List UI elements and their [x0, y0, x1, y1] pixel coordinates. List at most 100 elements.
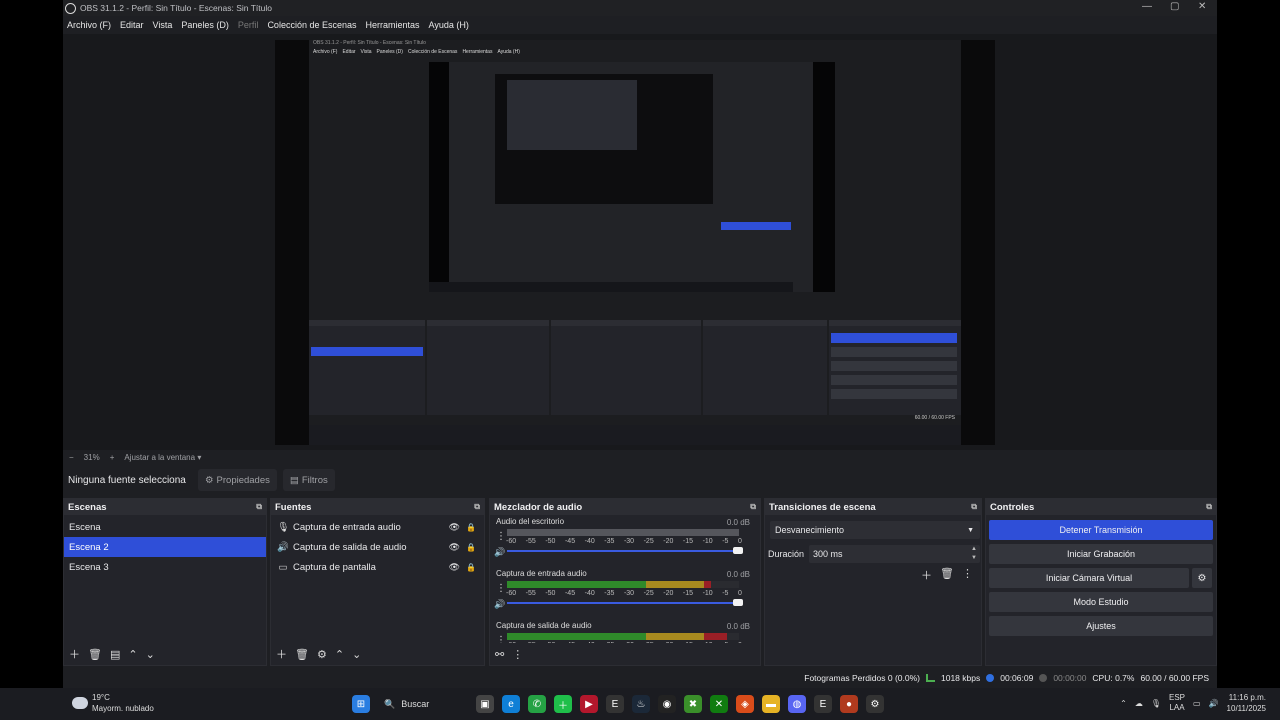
network-icon[interactable]: ▭: [1193, 699, 1201, 708]
epic-alt-icon[interactable]: E: [814, 695, 832, 713]
scene-item-selected[interactable]: Escena 2: [64, 537, 266, 557]
minecraft-icon[interactable]: ✖: [684, 695, 702, 713]
taskbar-search[interactable]: 🔍 Buscar: [378, 694, 468, 714]
obs-logo-icon: [65, 2, 76, 14]
clock[interactable]: 11:16 p.m. 10/11/2025: [1227, 692, 1266, 714]
weather-widget[interactable]: 19°C Mayorm. nublado: [72, 692, 154, 714]
edge-icon[interactable]: e: [502, 695, 520, 713]
maximize-button[interactable]: ▢: [1170, 1, 1179, 12]
system-tray: ⌃ ☁ 🎙 ESP LAA ▭ 🔊 11:16 p.m. 10/11/2025: [1120, 692, 1266, 714]
whatsapp-icon[interactable]: ✆: [528, 695, 546, 713]
link-icon[interactable]: ⚯: [495, 648, 504, 661]
trash-icon[interactable]: 🗑: [295, 648, 309, 661]
scene-item[interactable]: Escena 3: [64, 557, 266, 577]
start-recording-button[interactable]: Iniciar Grabación: [989, 544, 1213, 564]
source-item[interactable]: ▭ Captura de pantalla 👁 🔒: [271, 557, 484, 577]
stop-streaming-button[interactable]: Detener Transmisión: [989, 520, 1213, 540]
spin-arrows-icon[interactable]: ▲ ▼: [971, 545, 977, 563]
youtube-icon[interactable]: ▶: [580, 695, 598, 713]
volume-icon[interactable]: 🔊: [1209, 699, 1219, 708]
discord-icon[interactable]: ◍: [788, 695, 806, 713]
capture-dock-scenes: [309, 320, 425, 415]
slider-knob[interactable]: [733, 599, 743, 606]
epic-games-icon[interactable]: E: [606, 695, 624, 713]
dock-float-icon[interactable]: ⧉: [474, 502, 480, 512]
fit-window-select[interactable]: Ajustar a la ventana ▾: [124, 453, 201, 462]
gear-icon[interactable]: ⚙: [317, 648, 327, 661]
menu-archivo[interactable]: Archivo (F): [67, 20, 111, 30]
zoom-out-button[interactable]: −: [69, 453, 74, 462]
preview-area[interactable]: OBS 31.1.2 - Perfil: Sin Título - Escena…: [63, 34, 1217, 450]
eye-icon[interactable]: 👁: [449, 562, 460, 573]
eye-icon[interactable]: 👁: [449, 542, 460, 553]
file-explorer-icon[interactable]: ▬: [762, 695, 780, 713]
dock-float-icon[interactable]: ⧉: [1206, 502, 1212, 512]
minimize-button[interactable]: —: [1142, 1, 1152, 12]
volume-slider[interactable]: [507, 547, 743, 554]
chevron-up-icon[interactable]: ⌃: [335, 648, 344, 661]
menu-vista[interactable]: Vista: [153, 20, 173, 30]
add-icon[interactable]: ＋: [921, 567, 932, 583]
menu-coleccion-escenas[interactable]: Colección de Escenas: [267, 20, 356, 30]
settings-button[interactable]: Ajustes: [989, 616, 1213, 636]
filters-button[interactable]: ▤ Filtros: [282, 469, 335, 491]
duration-field[interactable]: 300 ms ▲ ▼: [809, 545, 980, 563]
add-icon[interactable]: ＋: [276, 646, 287, 662]
chevron-down-icon[interactable]: ⌄: [146, 648, 155, 661]
windows-start-icon[interactable]: ⊞: [352, 695, 370, 713]
mic-tray-icon[interactable]: 🎙: [1151, 699, 1161, 708]
menu-herramientas[interactable]: Herramientas: [366, 20, 420, 30]
dock-float-icon[interactable]: ⧉: [750, 502, 756, 512]
source-item[interactable]: 🔊 Captura de salida de audio 👁 🔒: [271, 537, 484, 557]
studio-mode-button[interactable]: Modo Estudio: [989, 592, 1213, 612]
preview-canvas[interactable]: OBS 31.1.2 - Perfil: Sin Título - Escena…: [275, 40, 995, 445]
slider-knob[interactable]: [733, 547, 743, 554]
channel-name: Captura de salida de audio: [496, 621, 592, 630]
chevron-up-icon[interactable]: ⌃: [1120, 699, 1127, 708]
volume-meter: [507, 633, 739, 640]
steam-icon[interactable]: ♨: [632, 695, 650, 713]
settings-app-icon[interactable]: ⚙: [866, 695, 884, 713]
zoom-in-button[interactable]: +: [110, 453, 115, 462]
trash-icon[interactable]: 🗑: [940, 567, 954, 583]
lock-icon[interactable]: 🔒: [466, 523, 476, 532]
language-indicator[interactable]: ESP LAA: [1169, 693, 1185, 713]
xbox-icon[interactable]: ＋: [554, 695, 572, 713]
speaker-icon[interactable]: 🔊: [494, 547, 505, 558]
lock-icon[interactable]: 🔒: [466, 563, 476, 572]
xbox-app-icon[interactable]: ✕: [710, 695, 728, 713]
task-view-icon[interactable]: ▣: [476, 695, 494, 713]
more-icon[interactable]: ⋮: [512, 648, 523, 661]
scene-item[interactable]: Escena: [64, 517, 266, 537]
add-icon[interactable]: ＋: [69, 646, 80, 662]
transition-select[interactable]: Desvanecimiento ▼: [770, 521, 980, 539]
dock-float-icon[interactable]: ⧉: [971, 502, 977, 512]
start-virtual-camera-button[interactable]: Iniciar Cámara Virtual: [989, 568, 1189, 588]
recursive-obs-capture: OBS 31.1.2 - Perfil: Sin Título - Escena…: [309, 40, 961, 445]
menu-paneles[interactable]: Paneles (D): [181, 20, 229, 30]
virtual-camera-settings-button[interactable]: ⚙: [1192, 568, 1212, 588]
trash-icon[interactable]: 🗑: [88, 648, 102, 661]
eye-icon[interactable]: 👁: [449, 522, 460, 533]
speaker-icon[interactable]: 🔊: [494, 599, 505, 610]
onedrive-icon[interactable]: ☁: [1135, 699, 1143, 708]
menu-ayuda[interactable]: Ayuda (H): [429, 20, 469, 30]
menu-editar[interactable]: Editar: [120, 20, 144, 30]
steam-alt-icon[interactable]: ◉: [658, 695, 676, 713]
menu-perfil[interactable]: Perfil: [238, 20, 259, 30]
source-item[interactable]: 🎙 Captura de entrada audio 👁 🔒: [271, 517, 484, 537]
filter-icon[interactable]: ▤: [110, 648, 120, 661]
brave-icon[interactable]: ◈: [736, 695, 754, 713]
more-icon[interactable]: ⋮: [496, 583, 506, 594]
more-icon[interactable]: ⋮: [962, 567, 973, 583]
properties-button[interactable]: ⚙ Propiedades: [198, 469, 277, 491]
chevron-down-icon[interactable]: ⌄: [352, 648, 361, 661]
more-icon[interactable]: ⋮: [496, 531, 506, 542]
lock-icon[interactable]: 🔒: [466, 543, 476, 552]
obs-taskbar-icon[interactable]: ●: [840, 695, 858, 713]
dock-float-icon[interactable]: ⧉: [256, 502, 262, 512]
volume-slider[interactable]: [507, 599, 743, 606]
chevron-up-icon[interactable]: ⌃: [128, 648, 137, 661]
taskbar-apps: ⊞ 🔍 Buscar ▣ e ✆ ＋ ▶ E ♨ ◉ ✖ ✕ ◈ ▬ ◍ E ● …: [352, 694, 884, 714]
close-button[interactable]: ✕: [1198, 1, 1206, 12]
